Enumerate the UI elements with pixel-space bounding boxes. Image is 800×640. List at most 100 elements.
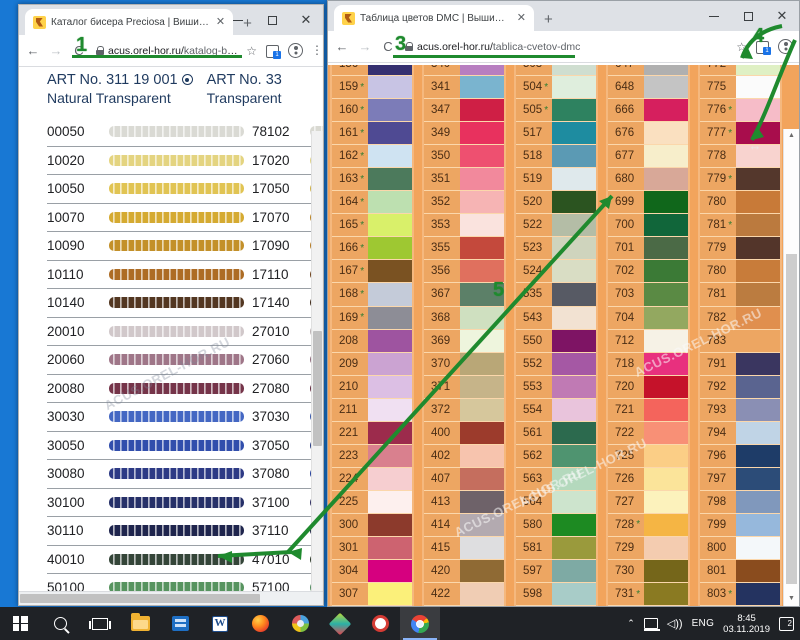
dmc-page: 156*159*160*161*162*163*164*165*166*167*… xyxy=(328,65,799,606)
dmc-code: 340 xyxy=(424,65,460,76)
dmc-swatch xyxy=(368,306,412,329)
dmc-column: 156*159*160*161*162*163*164*165*166*167*… xyxy=(330,65,414,606)
dmc-row: 162 * xyxy=(332,145,412,169)
new-tab-button[interactable]: + xyxy=(544,12,553,27)
scroll-down-arrow-icon[interactable]: ▼ xyxy=(784,592,799,606)
dmc-code: 156* xyxy=(332,65,368,76)
tab-dmc[interactable]: Таблица цветов DMC | Вышива… ✕ xyxy=(334,5,534,31)
scrollbar-thumb[interactable] xyxy=(786,254,797,584)
dmc-row: 367 xyxy=(424,283,504,307)
dmc-row: 700 xyxy=(608,214,688,238)
word-button[interactable]: W xyxy=(200,607,240,640)
forward-icon[interactable]: → xyxy=(48,43,64,58)
dmc-code: 554 xyxy=(516,398,552,421)
dmc-code: 563 xyxy=(516,467,552,490)
dmc-row: 702 xyxy=(608,260,688,284)
dmc-swatch xyxy=(552,99,596,122)
dmc-row: 779 * xyxy=(700,168,780,192)
chevron-up-icon[interactable]: ⌃ xyxy=(627,618,635,629)
bead-row: 30050 xyxy=(47,432,252,460)
dmc-column: 3403413473493503513523533553563673683693… xyxy=(422,65,506,606)
dmc-code: 780 xyxy=(700,191,736,214)
dmc-row: 350 xyxy=(424,145,504,169)
notifications-icon[interactable]: 2 xyxy=(779,616,794,631)
file-explorer-button[interactable] xyxy=(120,607,160,640)
dmc-row: 778 xyxy=(700,145,780,169)
dmc-new-marker-icon: * xyxy=(544,104,549,116)
dmc-row: 580 xyxy=(516,513,596,537)
close-window-button[interactable]: ✕ xyxy=(289,6,323,34)
bead-code: 30080 xyxy=(47,466,85,482)
dmc-code: 562 xyxy=(516,444,552,467)
dmc-code: 677 xyxy=(608,145,644,168)
chrome-button[interactable] xyxy=(400,607,440,640)
dmc-swatch xyxy=(460,191,504,214)
back-icon[interactable]: ← xyxy=(25,43,41,58)
browser-window-preciosa[interactable]: Каталог бисера Preciosa | Виши… ✕ + ✕ ← … xyxy=(18,4,324,606)
close-icon[interactable]: ✕ xyxy=(515,12,528,24)
network-icon[interactable] xyxy=(643,618,660,631)
dmc-swatch xyxy=(460,352,504,375)
extensions-icon[interactable]: 1 xyxy=(265,44,281,59)
dmc-swatch xyxy=(552,145,596,168)
maximize-button[interactable] xyxy=(255,6,289,34)
dmc-row: 783 xyxy=(700,329,780,353)
tab-preciosa[interactable]: Каталог бисера Preciosa | Виши… ✕ xyxy=(25,9,234,35)
dmc-row: 300 xyxy=(332,513,412,537)
dmc-code: 799 xyxy=(700,513,736,536)
address-bar[interactable]: acus.orel-hor.ru/katalog-biser… xyxy=(94,40,239,62)
firefox-button[interactable] xyxy=(240,607,280,640)
dmc-row: 522 xyxy=(516,214,596,238)
bead-code: 10110 xyxy=(47,266,84,282)
opera-button[interactable] xyxy=(360,607,400,640)
dmc-swatch xyxy=(460,490,504,513)
scrollbar-thumb[interactable] xyxy=(313,331,322,446)
paint-button[interactable] xyxy=(280,607,320,640)
desktop: Каталог бисера Preciosa | Виши… ✕ + ✕ ← … xyxy=(0,0,800,640)
annotation-number-1: 1 xyxy=(76,34,88,56)
task-view-button[interactable] xyxy=(80,607,120,640)
profile-avatar-icon[interactable] xyxy=(288,43,303,58)
dmc-row: 407 xyxy=(424,467,504,491)
scroll-up-arrow-icon[interactable]: ▲ xyxy=(784,129,799,143)
blue-app-button[interactable] xyxy=(160,607,200,640)
profile-avatar-icon[interactable] xyxy=(778,39,793,54)
back-icon[interactable]: ← xyxy=(334,39,350,54)
dmc-code: 798 xyxy=(700,490,736,513)
menu-kebab-icon[interactable]: ⋮ xyxy=(311,44,323,56)
scrollbar-thumb-horizontal[interactable] xyxy=(20,594,260,603)
dmc-row: 780 xyxy=(700,191,780,215)
dmc-code: 353 xyxy=(424,214,460,237)
search-icon xyxy=(53,617,67,630)
dmc-column: 503504*505*51751851952052252352453554355… xyxy=(514,65,598,606)
windows-logo-icon xyxy=(12,616,28,631)
dmc-code: 169 * xyxy=(332,306,368,329)
minimize-button[interactable] xyxy=(221,6,255,34)
page-horizontal-scrollbar[interactable] xyxy=(19,591,323,605)
dmc-swatch xyxy=(644,421,688,444)
minimize-button[interactable] xyxy=(697,2,731,30)
dmc-swatch xyxy=(552,467,596,490)
browser-window-dmc[interactable]: Таблица цветов DMC | Вышива… ✕ + ✕ ← → C… xyxy=(327,0,800,607)
start-button[interactable] xyxy=(0,607,40,640)
bead-code: 17090 xyxy=(252,238,290,254)
page-vertical-scrollbar[interactable] xyxy=(311,131,323,591)
dmc-swatch xyxy=(644,398,688,421)
dmc-row: 340 xyxy=(424,65,504,77)
bookmark-star-icon[interactable]: ☆ xyxy=(736,40,747,54)
language-indicator[interactable]: ENG xyxy=(692,618,715,629)
page-vertical-scrollbar-dmc[interactable]: ▲ ▼ xyxy=(783,129,799,606)
clock[interactable]: 8:45 03.11.2019 xyxy=(723,613,770,635)
forward-icon[interactable]: → xyxy=(357,39,373,54)
diamond-app-button[interactable] xyxy=(320,607,360,640)
dmc-swatch xyxy=(644,536,688,560)
search-button[interactable] xyxy=(40,607,80,640)
volume-icon[interactable]: ◁)) xyxy=(667,617,683,630)
bead-code: 30050 xyxy=(47,437,85,453)
reload-icon[interactable]: C xyxy=(380,39,396,54)
dmc-swatch xyxy=(368,398,412,421)
close-window-button[interactable]: ✕ xyxy=(765,2,799,30)
dmc-code: 782 xyxy=(700,306,736,329)
dmc-code: 803 * xyxy=(700,583,736,606)
bookmark-star-icon[interactable]: ☆ xyxy=(246,44,257,58)
